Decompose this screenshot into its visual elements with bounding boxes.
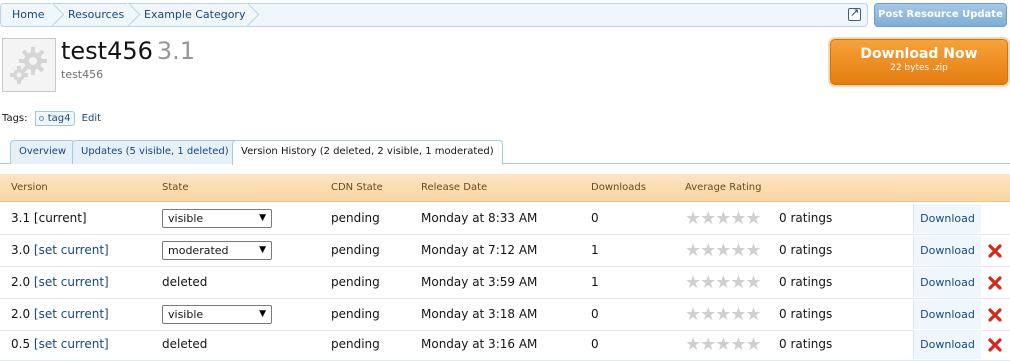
gear-icon [10, 47, 47, 84]
tag-hole-icon [38, 116, 44, 121]
ratings-count: 0 ratings [779, 243, 833, 257]
column-cdn-state: CDN State [331, 182, 383, 193]
download-version-link[interactable]: Download [913, 330, 981, 359]
tab-updates[interactable]: Updates (5 visible, 1 deleted) [72, 140, 238, 164]
downloads-count: 0 [591, 211, 599, 225]
downloads-count: 1 [591, 243, 599, 257]
jump-to-icon[interactable] [848, 6, 861, 21]
tag-label: tag4 [47, 113, 71, 124]
resource-name: test456 [61, 37, 153, 65]
downloads-count: 0 [591, 307, 599, 321]
star-rating-icon[interactable]: ★★★★★ [685, 210, 762, 228]
version-table-header: Version State CDN State Release Date Dow… [0, 174, 1010, 202]
dropdown-arrow-icon: ▼ [259, 213, 266, 223]
tab-version-history[interactable]: Version History (2 deleted, 2 visible, 1… [232, 140, 503, 165]
set-current-link[interactable]: [set current] [34, 275, 109, 289]
release-date: Monday at 3:59 AM [421, 275, 538, 289]
column-average-rating: Average Rating [685, 182, 762, 193]
tab-overview[interactable]: Overview [10, 140, 76, 164]
download-version-link[interactable]: Download [913, 204, 981, 233]
state-select[interactable]: moderated ▼ [162, 241, 272, 260]
state-value: deleted [162, 337, 208, 351]
resource-version: 3.1 [156, 37, 196, 65]
download-version-link[interactable]: Download [913, 300, 981, 329]
download-size-label: 22 bytes .zip [890, 63, 948, 73]
release-date: Monday at 8:33 AM [421, 211, 538, 225]
table-row: 3.0 [set current] moderated ▼ pending Mon… [0, 235, 1010, 267]
dropdown-arrow-icon: ▼ [259, 309, 266, 319]
tags-label: Tags: [2, 113, 28, 124]
resource-title: test456 3.1 [61, 37, 195, 65]
tag-item[interactable]: tag4 [34, 111, 76, 126]
version-cell: 2.0 [set current] [11, 299, 109, 330]
post-resource-update-button[interactable]: Post Resource Update [874, 3, 1007, 27]
download-version-link[interactable]: Download [913, 236, 981, 265]
version-number: 3.0 [11, 243, 31, 257]
set-current-link[interactable]: [set current] [34, 307, 109, 321]
delete-icon[interactable] [988, 276, 1002, 290]
current-version-label: [current] [33, 211, 87, 225]
version-number: 2.0 [11, 307, 31, 321]
state-value: moderated [168, 244, 229, 257]
release-date: Monday at 7:12 AM [421, 243, 538, 257]
download-now-label: Download Now [860, 46, 978, 62]
table-row: 2.0 [set current] visible ▼ pending Monda… [0, 299, 1010, 331]
state-select[interactable]: visible ▼ [162, 305, 272, 324]
table-row: 3.1 [current] visible ▼ pending Monday at… [0, 203, 1010, 235]
version-number: 3.1 [11, 211, 31, 225]
set-current-link[interactable]: [set current] [34, 243, 109, 257]
cdn-state: pending [331, 307, 380, 321]
ratings-count: 0 ratings [779, 337, 833, 351]
dropdown-arrow-icon: ▼ [259, 245, 266, 255]
state-value: deleted [162, 275, 208, 289]
column-version: Version [11, 182, 48, 193]
state-select[interactable]: visible ▼ [162, 209, 272, 228]
star-rating-icon[interactable]: ★★★★★ [685, 306, 762, 324]
delete-icon[interactable] [988, 338, 1002, 352]
resource-icon [2, 38, 56, 92]
delete-icon[interactable] [988, 308, 1002, 322]
column-state: State [162, 182, 189, 193]
breadcrumb-separator [51, 3, 65, 27]
column-release-date: Release Date [421, 182, 488, 193]
version-number: 2.0 [11, 275, 31, 289]
state-value: visible [168, 308, 204, 321]
table-row: 0.5 [set current] deleted pending Monday… [0, 329, 1010, 361]
version-number: 0.5 [11, 337, 31, 351]
version-cell: 3.0 [set current] [11, 235, 109, 266]
version-cell: 0.5 [set current] [11, 329, 109, 360]
breadcrumb-category[interactable]: Example Category [144, 4, 245, 26]
breadcrumb: Home Resources Example Category [0, 3, 868, 27]
delete-icon[interactable] [988, 244, 1002, 258]
release-date: Monday at 3:16 AM [421, 337, 538, 351]
ratings-count: 0 ratings [779, 275, 833, 289]
star-rating-icon[interactable]: ★★★★★ [685, 336, 762, 354]
cdn-state: pending [331, 275, 380, 289]
cdn-state: pending [331, 211, 380, 225]
breadcrumb-separator [127, 3, 141, 27]
star-rating-icon[interactable]: ★★★★★ [685, 242, 762, 260]
tags-row: Tags: tag4 Edit [2, 111, 101, 126]
version-cell: 2.0 [set current] [11, 267, 109, 298]
table-row: 2.0 [set current] deleted pending Monday… [0, 267, 1010, 299]
release-date: Monday at 3:18 AM [421, 307, 538, 321]
breadcrumb-separator [246, 3, 260, 27]
cdn-state: pending [331, 243, 380, 257]
ratings-count: 0 ratings [779, 307, 833, 321]
breadcrumb-resources[interactable]: Resources [68, 4, 124, 26]
version-cell: 3.1 [current] [11, 203, 87, 234]
breadcrumb-home[interactable]: Home [12, 4, 44, 26]
set-current-link[interactable]: [set current] [34, 337, 109, 351]
state-value: visible [168, 212, 204, 225]
ratings-count: 0 ratings [779, 211, 833, 225]
resource-tagline: test456 [61, 68, 104, 81]
star-rating-icon[interactable]: ★★★★★ [685, 274, 762, 292]
downloads-count: 1 [591, 275, 599, 289]
edit-tags-link[interactable]: Edit [82, 113, 101, 124]
download-now-button[interactable]: Download Now 22 bytes .zip [830, 39, 1008, 85]
column-downloads: Downloads [591, 182, 646, 193]
download-version-link[interactable]: Download [913, 268, 981, 297]
cdn-state: pending [331, 337, 380, 351]
downloads-count: 0 [591, 337, 599, 351]
